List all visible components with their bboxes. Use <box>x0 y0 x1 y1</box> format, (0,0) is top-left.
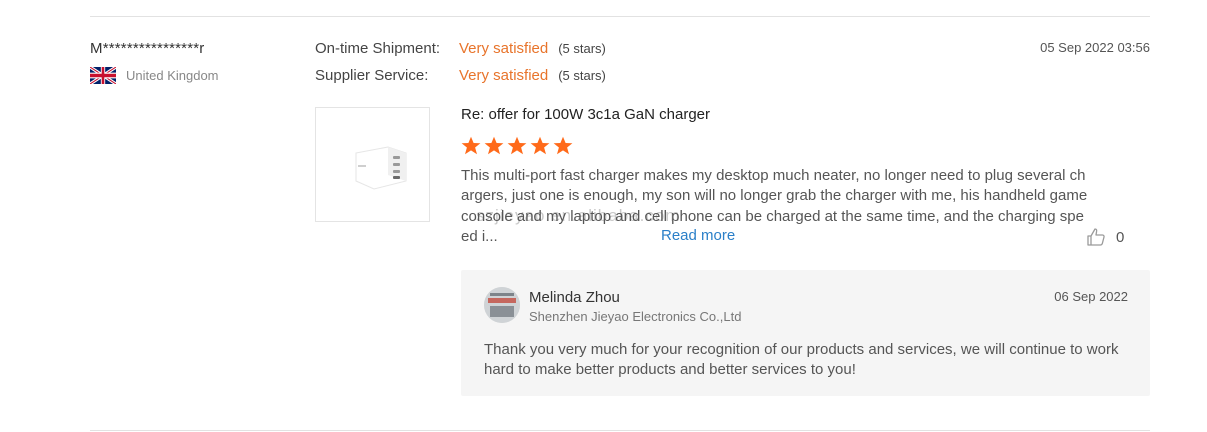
reply-date: 06 Sep 2022 <box>1054 289 1128 304</box>
review-title: Re: offer for 100W 3c1a GaN charger <box>461 106 711 123</box>
star-icon <box>484 136 506 156</box>
star-icon <box>553 136 575 156</box>
rating-value: Very satisfied <box>459 67 549 84</box>
charger-image <box>355 146 407 190</box>
buyer-country: United Kingdom <box>90 67 219 84</box>
read-more-link[interactable]: Read more <box>661 227 735 244</box>
reply-text: Thank you very much for your recognition… <box>484 341 1119 378</box>
like-count: 0 <box>1116 228 1125 246</box>
review-date: 05 Sep 2022 03:56 <box>1040 40 1150 55</box>
star-icon <box>461 136 483 156</box>
like-button[interactable]: 0 <box>1086 227 1124 247</box>
rating-stars-text: (5 stars) <box>558 41 606 56</box>
buyer-name: M****************r <box>90 40 205 57</box>
rating-value: Very satisfied <box>459 40 549 57</box>
review-text: This multi-port fast charger makes my de… <box>461 167 1088 245</box>
bottom-divider <box>90 430 1150 431</box>
top-divider <box>90 16 1150 17</box>
uk-flag-icon <box>90 67 116 84</box>
rating-stars-text: (5 stars) <box>558 68 606 83</box>
reply-company: Shenzhen Jieyao Electronics Co.,Ltd <box>529 309 742 324</box>
review-star-rating <box>461 136 576 156</box>
rating-label: On-time Shipment: <box>315 40 441 57</box>
country-name: United Kingdom <box>126 68 219 83</box>
product-thumbnail[interactable] <box>315 107 430 222</box>
rating-row-shipment: On-time Shipment: Very satisfied (5 star… <box>315 40 606 57</box>
thumbs-up-icon <box>1087 228 1105 246</box>
star-icon <box>530 136 552 156</box>
star-icon <box>507 136 529 156</box>
supplier-reply: Melinda Zhou Shenzhen Jieyao Electronics… <box>461 270 1150 396</box>
rating-label: Supplier Service: <box>315 67 429 84</box>
reply-author-name: Melinda Zhou <box>529 289 620 306</box>
rating-row-service: Supplier Service: Very satisfied (5 star… <box>315 67 606 84</box>
avatar <box>484 287 520 323</box>
